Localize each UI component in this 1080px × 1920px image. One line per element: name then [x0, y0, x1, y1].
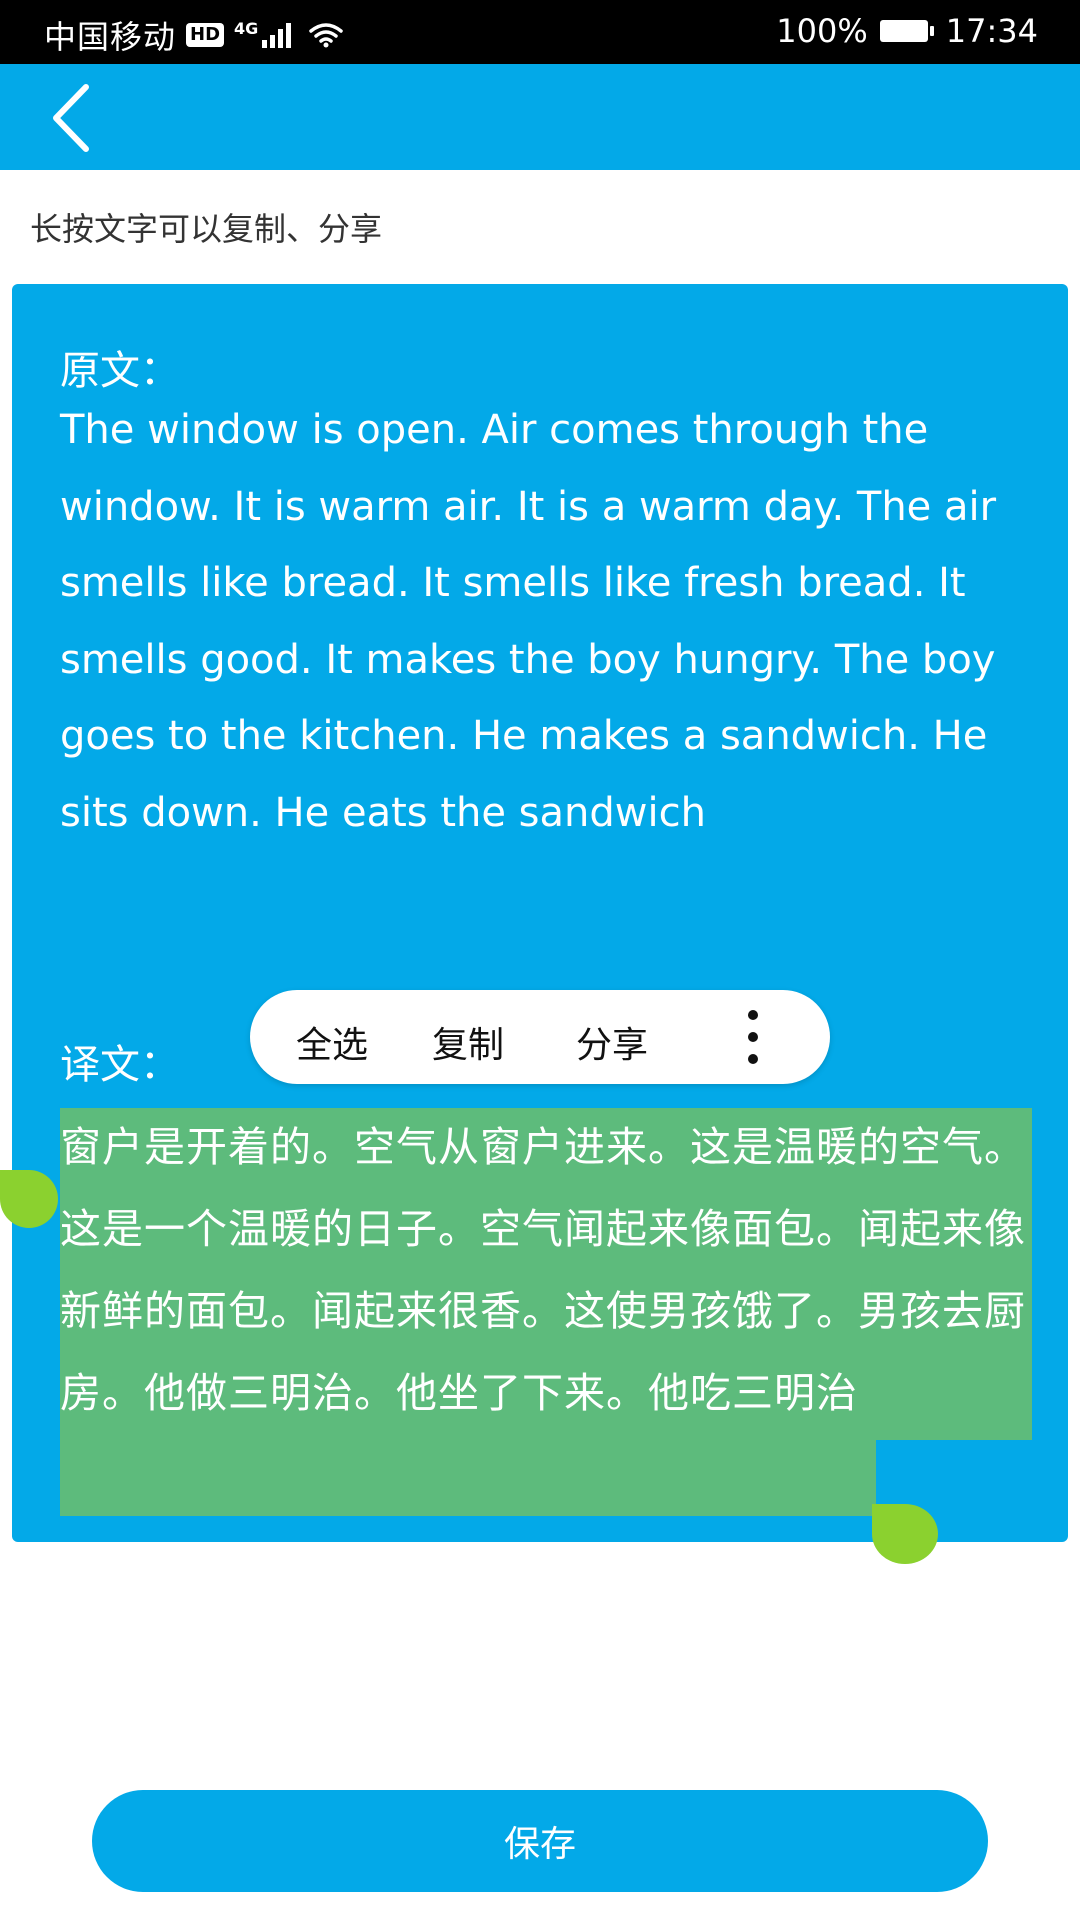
- text-selection-menu: 全选 复制 分享: [250, 990, 830, 1084]
- back-button[interactable]: [30, 80, 110, 156]
- translation-label: 译文：: [60, 1042, 180, 1088]
- share-button[interactable]: 分享: [576, 1016, 648, 1068]
- translation-text[interactable]: 窗户是开着的。空气从窗户进来。这是温暖的空气。这是一个温暖的日子。空气闻起来像面…: [60, 1106, 1040, 1434]
- selection-highlight-last-line: [60, 1440, 876, 1516]
- battery-percent: 100%: [776, 12, 868, 50]
- chevron-left-icon: [53, 84, 89, 152]
- network-type: 4G: [234, 18, 259, 38]
- copy-button[interactable]: 复制: [432, 1016, 504, 1068]
- app-header: [0, 64, 1080, 170]
- selection-start-handle[interactable]: [0, 1170, 58, 1228]
- screen: 中国移动 HD 4G 100% 17:34 长按文字可以复制、分享 原文： Th…: [0, 0, 1080, 1920]
- translation-wrap: 窗户是开着的。空气从窗户进来。这是温暖的空气。这是一个温暖的日子。空气闻起来像面…: [60, 1106, 1040, 1434]
- more-vertical-icon[interactable]: [738, 1010, 768, 1064]
- hd-badge: HD: [186, 23, 225, 47]
- wifi-icon: [309, 23, 344, 48]
- hint-text: 长按文字可以复制、分享: [30, 210, 383, 248]
- battery-icon: [879, 20, 934, 42]
- original-label: 原文：: [60, 348, 180, 394]
- save-button[interactable]: 保存: [92, 1790, 988, 1892]
- signal-icon: [262, 22, 292, 48]
- status-left: 中国移动 HD 4G: [44, 12, 344, 58]
- selection-end-handle[interactable]: [872, 1504, 938, 1564]
- status-bar: 中国移动 HD 4G 100% 17:34: [0, 0, 1080, 64]
- carrier-name: 中国移动: [44, 18, 177, 56]
- clock: 17:34: [945, 12, 1038, 50]
- status-right: 100% 17:34: [776, 12, 1038, 50]
- result-card: 原文： The window is open. Air comes throug…: [0, 284, 1068, 1564]
- original-text[interactable]: The window is open. Air comes through th…: [60, 392, 1020, 851]
- select-all-button[interactable]: 全选: [296, 1016, 368, 1068]
